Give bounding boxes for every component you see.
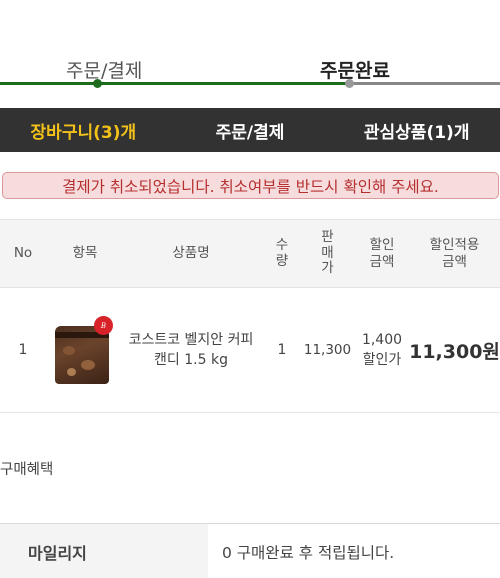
step-dot-order-complete <box>345 79 354 88</box>
product-name-link[interactable]: 코스트코 벨지안 커피 캔디 1.5 kg <box>120 288 262 412</box>
tab-wishlist[interactable]: 관심상품(1)개 <box>333 108 500 152</box>
step-order-payment: 주문/결제 <box>66 60 143 82</box>
row-item: B <box>46 288 118 412</box>
row-discount-suffix: 할인가 <box>362 352 402 368</box>
tab-cart[interactable]: 장바구니(3)개 <box>0 108 167 152</box>
step-order-complete: 주문완료 <box>320 60 390 82</box>
mileage-label: 마일리지 <box>0 524 208 578</box>
header-item: 항목 <box>72 245 98 262</box>
tab-order-payment[interactable]: 주문/결제 <box>167 108 334 152</box>
header-final-amount: 할인적용 금액 <box>409 220 500 287</box>
header-discount-amount: 할인 금액 <box>355 220 409 287</box>
header-final-label: 할인적용 금액 <box>429 237 480 270</box>
header-quantity: 수량 <box>268 220 296 287</box>
header-sale-price-label: 판매가 <box>321 229 334 277</box>
product-image[interactable]: B <box>51 314 113 386</box>
progress-track-done <box>0 82 350 85</box>
header-sale-price: 판매가 <box>300 220 355 287</box>
row-sale-price: 11,300 <box>303 342 352 358</box>
progress-track-pending <box>350 82 500 85</box>
brand-badge-icon: B <box>94 316 113 335</box>
order-progress: 주문/결제 주문완료 <box>0 0 500 108</box>
row-discount: 1,400 할인가 <box>355 288 409 412</box>
table-row: 1 B 코스트코 벨지안 커피 캔디 1.5 kg 1 11,300 1,400… <box>0 288 500 413</box>
mileage-row: 마일리지 0 구매완료 후 적립됩니다. <box>0 523 500 578</box>
mileage-value: 0 구매완료 후 적립됩니다. <box>222 543 395 562</box>
row-quantity: 1 <box>277 342 287 358</box>
row-final-amount: 11,300원 <box>409 340 500 363</box>
purchase-benefits-title: 구매혜택 <box>0 462 54 478</box>
header-discount-label: 할인 금액 <box>369 237 395 270</box>
header-no: No <box>13 245 33 262</box>
step-dot-order-payment <box>93 79 102 88</box>
row-discount-amount: 1,400 <box>361 331 403 348</box>
header-quantity-label: 수량 <box>275 236 289 269</box>
tab-bar: 장바구니(3)개 주문/결제 관심상품(1)개 <box>0 108 500 152</box>
table-header: No 항목 상품명 수량 판매가 할인 금액 할인적용 금액 <box>0 219 500 288</box>
row-number: 1 <box>18 342 28 358</box>
payment-cancelled-alert: 결제가 취소되었습니다. 취소여부를 반드시 확인해 주세요. <box>2 172 499 199</box>
header-product-name: 상품명 <box>172 245 210 262</box>
